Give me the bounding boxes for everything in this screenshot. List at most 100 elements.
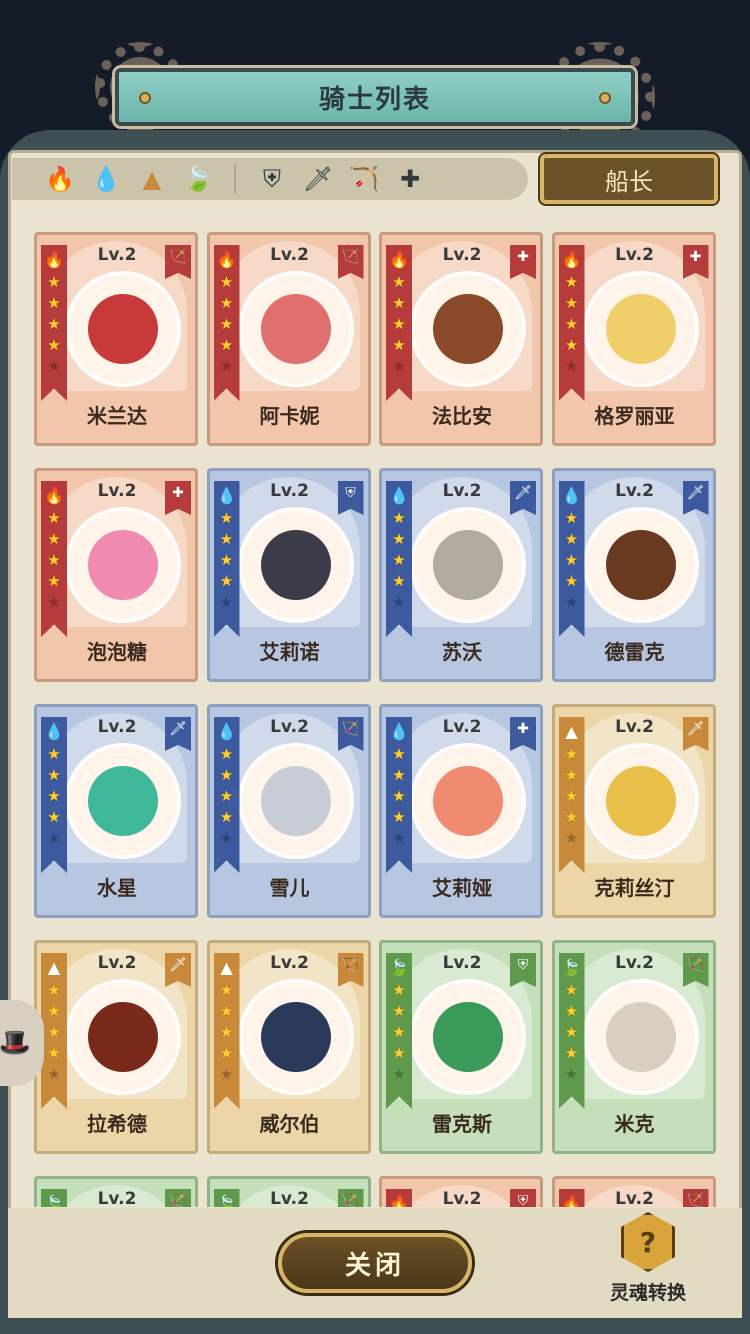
- knight-grid[interactable]: Lv.2 🔥 ★ ★ ★ ★ ★ 🏹 米兰达 Lv.2 🔥 ★ ★ ★ ★ ★ 🏹 阿卡妮 Lv.2 🔥 ★ ★ ★ ★ ★ ✚ 法…: [34, 232, 716, 1207]
- star-icon: ★: [47, 829, 61, 847]
- fire-element-icon: 🔥: [216, 250, 237, 269]
- bow-class-icon: 🏹: [165, 1189, 191, 1207]
- element-ribbon: 🔥★★★★★: [558, 1189, 585, 1207]
- knight-card[interactable]: Lv.2 🔥 ★ ★ ★ ★ ★ ✚ 泡泡糖: [34, 468, 198, 682]
- knight-face: [433, 1002, 503, 1072]
- knight-name: 艾莉娅: [432, 876, 492, 900]
- star-icon: ★: [47, 1065, 61, 1083]
- knight-card[interactable]: Lv.2 💧 ★ ★ ★ ★ ★ 🗡 苏沃: [379, 468, 543, 682]
- star-icon: ★: [392, 294, 406, 312]
- knight-card[interactable]: Lv.2 🍃 ★ ★ ★ ★ ★ 🏹 米克: [551, 940, 716, 1154]
- star-icon: ★: [219, 509, 234, 527]
- element-ribbon: 🔥★★★★★: [213, 245, 240, 401]
- star-icon: ★: [392, 829, 406, 847]
- cross-class-icon: ✚: [165, 481, 191, 515]
- knight-face: [260, 530, 331, 600]
- star-icon: ★: [564, 294, 579, 312]
- element-ribbon: 🔥★★★★★: [386, 1189, 412, 1207]
- knight-card[interactable]: Lv.2 💧 ★ ★ ★ ★ ★ ⛨ 艾莉诺: [206, 468, 371, 682]
- star-icon: ★: [392, 766, 406, 784]
- star-icon: ★: [392, 787, 406, 805]
- knight-name: 克莉丝汀: [594, 876, 675, 900]
- star-icon: ★: [564, 1065, 579, 1083]
- knight-card[interactable]: Lv.2🍃★★★★★🏹: [206, 1176, 371, 1207]
- knight-face: [88, 766, 158, 836]
- knight-card[interactable]: Lv.2 💧 ★ ★ ★ ★ ★ ✚ 艾莉娅: [379, 704, 543, 918]
- knight-face: [88, 294, 158, 364]
- close-button[interactable]: 关闭: [278, 1233, 472, 1293]
- knight-card[interactable]: Lv.2🔥★★★★★🏹: [551, 1176, 716, 1207]
- knight-card[interactable]: Lv.2 🔥 ★ ★ ★ ★ ★ 🏹 米兰达: [34, 232, 198, 446]
- water-element-icon: 💧: [44, 722, 64, 741]
- filter-bar: 🔥 💧 ▲ 🍃 ⛨ 🗡 🏹 ✚: [12, 158, 528, 200]
- filter-water-icon[interactable]: 💧: [88, 161, 124, 197]
- star-icon: ★: [219, 981, 234, 999]
- star-icon: ★: [47, 1002, 61, 1020]
- knight-card[interactable]: Lv.2 💧 ★ ★ ★ ★ ★ 🏹 雪儿: [206, 704, 371, 918]
- star-icon: ★: [219, 787, 234, 805]
- knight-card[interactable]: Lv.2 💧 ★ ★ ★ ★ ★ 🗡 水星: [34, 704, 198, 918]
- knight-portrait: [582, 743, 699, 859]
- star-icon: ★: [564, 273, 579, 291]
- star-icon: ★: [392, 357, 406, 375]
- water-element-icon: 💧: [216, 486, 237, 505]
- filter-wind-icon[interactable]: 🍃: [180, 161, 216, 197]
- element-ribbon: 🔥★★★★★: [41, 245, 67, 401]
- filter-earth-icon[interactable]: ▲: [134, 161, 170, 197]
- element-ribbon: ▲ ★ ★ ★ ★ ★: [558, 717, 585, 873]
- knight-portrait: [410, 979, 526, 1095]
- knight-card[interactable]: Lv.2 ▲ ★ ★ ★ ★ ★ 🏹 威尔伯: [206, 940, 371, 1154]
- star-icon: ★: [392, 808, 406, 826]
- knight-card[interactable]: Lv.2 🔥 ★ ★ ★ ★ ★ ✚ 格罗丽亚: [551, 232, 716, 446]
- knight-face: [433, 294, 503, 364]
- knight-card[interactable]: Lv.2 💧 ★ ★ ★ ★ ★ 🗡 德雷克: [551, 468, 716, 682]
- star-icon: ★: [564, 981, 579, 999]
- knight-name: 阿卡妮: [259, 404, 320, 428]
- knight-card[interactable]: Lv.2 🍃 ★ ★ ★ ★ ★ ⛨ 雷克斯: [379, 940, 543, 1154]
- element-ribbon: 💧 ★ ★ ★ ★ ★: [213, 717, 240, 873]
- star-icon: ★: [47, 745, 61, 763]
- knight-name: 苏沃: [442, 640, 482, 664]
- element-ribbon: 🍃★★★★★: [213, 1189, 240, 1207]
- page-title: 骑士列表: [318, 84, 431, 115]
- star-icon: ★: [564, 1023, 579, 1041]
- filter-bow-icon[interactable]: 🏹: [346, 161, 382, 197]
- water-element-icon: 💧: [389, 486, 409, 505]
- side-character-avatar[interactable]: 🎩: [0, 1000, 44, 1086]
- knight-card[interactable]: Lv.2 🔥 ★ ★ ★ ★ ★ 🏹 阿卡妮: [206, 232, 371, 446]
- knight-card[interactable]: Lv.2🔥★★★★★⛨: [379, 1176, 543, 1207]
- knight-name: 艾莉诺: [259, 640, 320, 664]
- soul-convert-button[interactable]: ? 灵魂转换: [600, 1212, 696, 1308]
- fire-element-icon: 🔥: [389, 1194, 409, 1207]
- knight-portrait: [65, 743, 181, 859]
- knight-portrait: [582, 979, 699, 1095]
- wind-element-icon: 🍃: [389, 958, 409, 977]
- star-icon: ★: [219, 336, 234, 354]
- star-icon: ★: [219, 593, 234, 611]
- cross-class-icon: ✚: [682, 245, 709, 279]
- knight-card[interactable]: Lv.2 🔥 ★ ★ ★ ★ ★ ✚ 法比安: [379, 232, 543, 446]
- filter-cross-icon[interactable]: ✚: [392, 161, 428, 197]
- filter-sword-icon[interactable]: 🗡: [300, 161, 336, 197]
- star-icon: ★: [564, 551, 579, 569]
- star-icon: ★: [47, 357, 61, 375]
- knight-card[interactable]: Lv.2🍃★★★★★🏹: [34, 1176, 198, 1207]
- star-icon: ★: [564, 336, 579, 354]
- star-icon: ★: [392, 530, 406, 548]
- star-icon: ★: [47, 509, 61, 527]
- star-icon: ★: [392, 572, 406, 590]
- star-icon: ★: [219, 829, 234, 847]
- sword-class-icon: 🗡: [165, 717, 191, 751]
- knight-portrait: [410, 271, 526, 387]
- fire-element-icon: 🔥: [44, 486, 64, 505]
- knight-card[interactable]: Lv.2 ▲ ★ ★ ★ ★ ★ 🗡 克莉丝汀: [551, 704, 716, 918]
- shield-class-icon: ⛨: [510, 953, 536, 987]
- filter-fire-icon[interactable]: 🔥: [42, 161, 78, 197]
- star-icon: ★: [564, 509, 579, 527]
- knight-card[interactable]: Lv.2 ▲ ★ ★ ★ ★ ★ 🗡 拉希德: [34, 940, 198, 1154]
- star-icon: ★: [564, 766, 579, 784]
- captain-button[interactable]: 船长: [540, 154, 718, 204]
- knight-face: [605, 1002, 676, 1072]
- filter-shield-icon[interactable]: ⛨: [254, 161, 290, 197]
- star-icon: ★: [392, 593, 406, 611]
